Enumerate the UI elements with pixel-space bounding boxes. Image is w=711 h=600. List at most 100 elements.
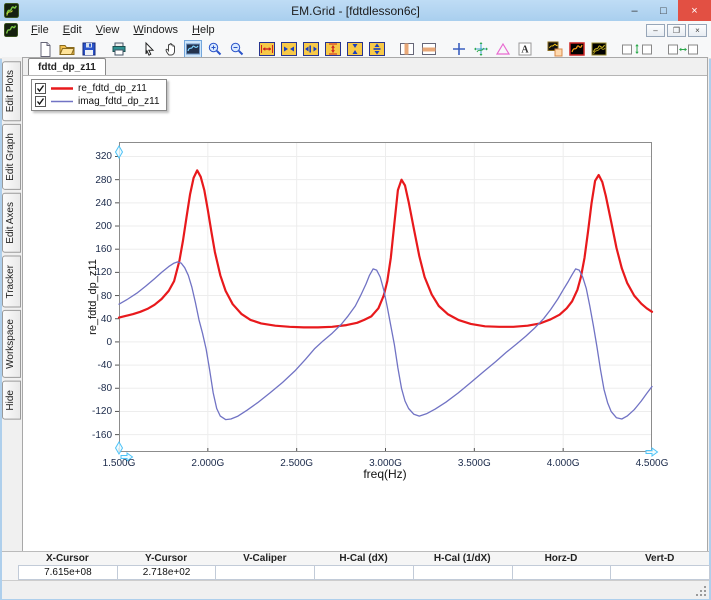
mdi-document-icon [4, 23, 18, 37]
axis-handle-bottom-left[interactable] [116, 442, 123, 454]
document-tab-label: fdtd_dp_z11 [38, 62, 96, 73]
v-fit-icon[interactable] [368, 40, 386, 58]
readout-value-row: 7.615e+082.718e+02 [2, 565, 709, 580]
y-tick-label: 280 [78, 175, 112, 186]
readout-value: 7.615e+08 [18, 565, 118, 580]
x-tick-label: 1.500G [94, 458, 144, 469]
equal-height-icon[interactable] [620, 40, 654, 58]
sidebar-tab-edit-graph[interactable]: Edit Graph [2, 124, 21, 190]
x-axis-label: freq(Hz) [285, 467, 485, 481]
x-tick-label: 2.000G [183, 458, 233, 469]
readout-header-h-cal-1-dx-: H-Cal (1/dX) [413, 552, 512, 565]
resize-grip[interactable] [695, 585, 707, 597]
readout-header-y-cursor: Y-Cursor [117, 552, 216, 565]
sidebar-tab-edit-plots[interactable]: Edit Plots [2, 61, 21, 121]
menu-help[interactable]: Help [185, 23, 222, 37]
menu-view[interactable]: View [89, 23, 127, 37]
tab-fdtd-dp-z11[interactable]: fdtd_dp_z11 [28, 58, 106, 75]
split-vertical-icon[interactable] [398, 40, 416, 58]
readout-header-horz-d: Horz-D [512, 552, 611, 565]
sidebar-tab-workspace[interactable]: Workspace [2, 310, 21, 378]
sidebar-tab-tracker[interactable]: Tracker [2, 256, 21, 308]
window-controls: –□× [620, 0, 711, 21]
y-tick-label: -160 [78, 430, 112, 441]
add-marker-icon[interactable] [450, 40, 468, 58]
save-icon[interactable] [80, 40, 98, 58]
open-folder-icon[interactable] [58, 40, 76, 58]
invert-colors-icon[interactable] [568, 40, 586, 58]
legend-checkbox[interactable] [35, 96, 46, 107]
toolbar: ALayout▼ [0, 39, 711, 59]
document-tab-bar: fdtd_dp_z11 [23, 58, 707, 76]
legend-checkbox[interactable] [35, 83, 46, 94]
axis-handle-bottom-right[interactable] [646, 448, 658, 456]
h-zoom-out-icon[interactable] [280, 40, 298, 58]
pan-hand-icon[interactable] [162, 40, 180, 58]
plot-legend: re_fdtd_dp_z11 imag_fdtd_dp_z11 [31, 79, 167, 111]
readout-header-row: X-CursorY-CursorV-CaliperH-Cal (dX)H-Cal… [2, 552, 709, 565]
plot-area[interactable] [119, 142, 652, 452]
readout-header-h-cal-dx-: H-Cal (dX) [314, 552, 413, 565]
y-tick-label: 200 [78, 221, 112, 232]
app-window: EM.Grid - [fdtdlesson6c] –□× FileEditVie… [0, 0, 711, 600]
copy-plot-icon[interactable] [546, 40, 564, 58]
mdi-minimize-button[interactable]: – [646, 24, 665, 37]
legend-entry: imag_fdtd_dp_z11 [35, 95, 160, 108]
mdi-close-button[interactable]: × [688, 24, 707, 37]
split-horizontal-icon[interactable] [420, 40, 438, 58]
status-bar [2, 580, 709, 599]
draw-triangle-icon[interactable] [494, 40, 512, 58]
window-title: EM.Grid - [fdtdlesson6c] [0, 4, 711, 18]
zoom-box-icon[interactable] [184, 40, 202, 58]
y-tick-label: 160 [78, 244, 112, 255]
h-expand-icon[interactable] [258, 40, 276, 58]
print-icon[interactable] [110, 40, 128, 58]
legend-entry: re_fdtd_dp_z11 [35, 82, 160, 95]
text-label-icon[interactable]: A [516, 40, 534, 58]
readout-value [215, 565, 315, 580]
overlay-traces-icon[interactable] [590, 40, 608, 58]
readout-value [512, 565, 612, 580]
legend-label: imag_fdtd_dp_z11 [78, 96, 160, 107]
menu-edit[interactable]: Edit [56, 23, 89, 37]
readout-header-x-cursor: X-Cursor [18, 552, 117, 565]
sidebar-tab-strip: Edit Plots Edit Graph Edit Axes Tracker Work… [2, 61, 22, 420]
zoom-in-icon[interactable] [206, 40, 224, 58]
mdi-window-controls: –❐× [646, 24, 707, 37]
cursor-readout-table: X-CursorY-CursorV-CaliperH-Cal (dX)H-Cal… [2, 551, 709, 580]
h-fit-icon[interactable] [302, 40, 320, 58]
menu-bar: FileEditViewWindowsHelp –❐× [0, 21, 711, 40]
mdi-restore-button[interactable]: ❐ [667, 24, 686, 37]
plot-canvas[interactable]: re_fdtd_dp_z11 imag_fdtd_dp_z11 re_fdtd_d… [23, 76, 707, 551]
tracker-crosshair-icon[interactable] [472, 40, 490, 58]
menu-windows[interactable]: Windows [126, 23, 185, 37]
readout-header-vert-d: Vert-D [610, 552, 709, 565]
menu-file[interactable]: File [24, 23, 56, 37]
legend-label: re_fdtd_dp_z11 [78, 83, 147, 94]
sidebar-tab-hide[interactable]: Hide [2, 381, 21, 420]
equal-width-icon[interactable] [666, 40, 700, 58]
close-button[interactable]: × [678, 0, 711, 21]
chart-svg[interactable] [119, 142, 652, 452]
y-tick-label: -120 [78, 406, 112, 417]
legend-line-sample [50, 95, 74, 108]
plot-panel: fdtd_dp_z11 re_fdtd_dp_z11 imag_fdtd_dp_z… [22, 57, 708, 551]
v-expand-icon[interactable] [324, 40, 342, 58]
y-tick-label: 120 [78, 267, 112, 278]
select-cursor-icon[interactable] [140, 40, 158, 58]
maximize-button[interactable]: □ [649, 0, 678, 21]
minimize-button[interactable]: – [620, 0, 649, 21]
main-area: Edit Plots Edit Graph Edit Axes Tracker Work… [2, 57, 709, 581]
sidebar-tab-edit-axes[interactable]: Edit Axes [2, 193, 21, 253]
x-tick-label: 4.500G [627, 458, 677, 469]
title-bar: EM.Grid - [fdtdlesson6c] –□× [0, 0, 711, 22]
v-zoom-out-icon[interactable] [346, 40, 364, 58]
x-tick-label: 4.000G [538, 458, 588, 469]
new-document-icon[interactable] [36, 40, 54, 58]
y-tick-label: -80 [78, 383, 112, 394]
legend-line-sample [50, 82, 74, 95]
svg-text:A: A [521, 44, 529, 55]
y-tick-label: 320 [78, 151, 112, 162]
zoom-out-icon[interactable] [228, 40, 246, 58]
y-tick-label: 240 [78, 198, 112, 209]
